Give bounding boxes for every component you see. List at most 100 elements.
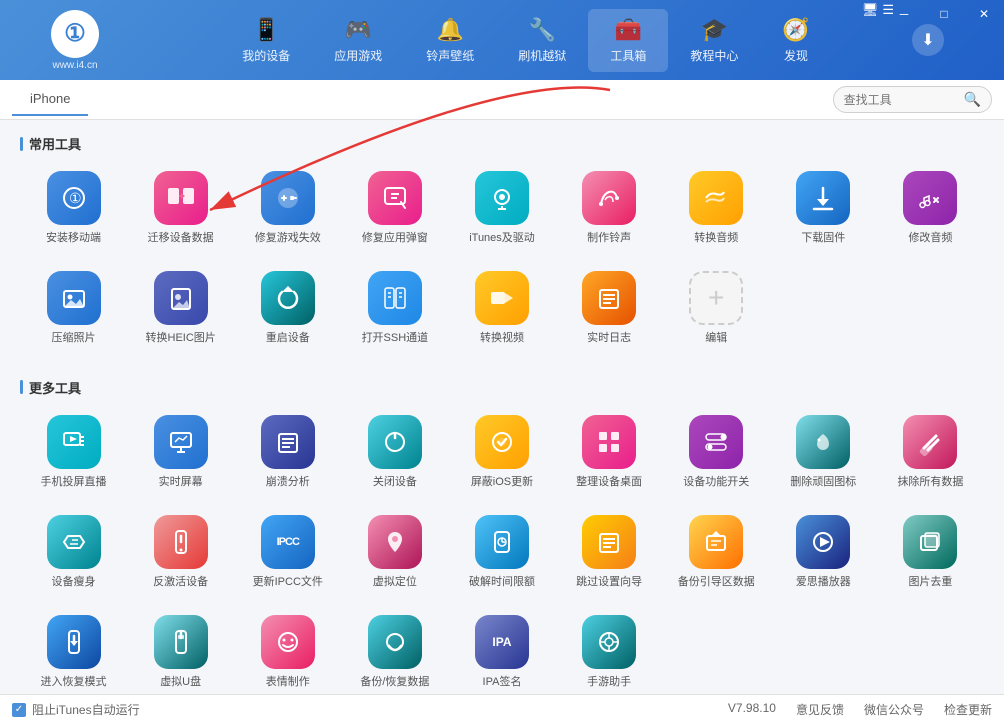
tool-fix-games-label: 修复游戏失效 — [255, 231, 321, 245]
tool-open-ssh[interactable]: 打开SSH通道 — [341, 263, 448, 353]
nav-discover[interactable]: 🧭 发现 — [760, 9, 831, 72]
tool-break-time-limit-label: 破解时间限额 — [469, 575, 535, 589]
tool-emoji-maker[interactable]: 表情制作 — [234, 607, 341, 694]
tool-convert-video[interactable]: 转换视频 — [448, 263, 555, 353]
tool-virtual-udisk[interactable]: 虚拟U盘 — [127, 607, 234, 694]
footer-check-update[interactable]: 检查更新 — [944, 701, 992, 718]
tool-modify-audio[interactable]: 修改音频 — [877, 163, 984, 253]
tool-ai-player[interactable]: 爱思播放器 — [770, 507, 877, 597]
tool-convert-audio[interactable]: 转换音频 — [663, 163, 770, 253]
maximize-button[interactable]: □ — [924, 0, 964, 28]
tool-fix-games-icon — [261, 171, 315, 225]
tool-crash-analysis[interactable]: 崩溃分析 — [234, 407, 341, 497]
tool-convert-video-label: 转换视频 — [480, 331, 524, 345]
itunes-checkbox-label: 阻止iTunes自动运行 — [32, 701, 140, 718]
tool-fix-games[interactable]: 修复游戏失效 — [234, 163, 341, 253]
download-button[interactable]: ⬇ — [912, 24, 944, 56]
nav-ringtones-label: 铃声壁纸 — [426, 47, 474, 64]
tool-realtime-log-label: 实时日志 — [587, 331, 631, 345]
nav-apps-label: 应用游戏 — [334, 47, 382, 64]
search-icon: 🔍 — [964, 91, 981, 108]
tool-recovery-mode-label: 进入恢复模式 — [41, 675, 107, 689]
tool-jump-settings-icon — [582, 515, 636, 569]
tool-make-ringtone[interactable]: 制作铃声 — [556, 163, 663, 253]
tool-organize-desktop[interactable]: 整理设备桌面 — [556, 407, 663, 497]
tool-erase-data[interactable]: 抹除所有数据 — [877, 407, 984, 497]
tool-crash-analysis-icon — [261, 415, 315, 469]
logo-circle: ① — [51, 10, 99, 58]
tool-screen-cast-label: 手机投屏直播 — [41, 475, 107, 489]
nav-discover-icon: 🧭 — [782, 17, 809, 43]
nav-my-device-label: 我的设备 — [242, 47, 290, 64]
tool-remove-duplicates[interactable]: 图片去重 — [877, 507, 984, 597]
tool-modify-audio-label: 修改音频 — [908, 231, 952, 245]
tool-remove-duplicates-label: 图片去重 — [908, 575, 952, 589]
tool-jump-settings[interactable]: 跳过设置向导 — [556, 507, 663, 597]
tool-recovery-mode[interactable]: 进入恢复模式 — [20, 607, 127, 694]
tool-update-ipcc[interactable]: IPCC 更新IPCC文件 — [234, 507, 341, 597]
tool-emoji-maker-label: 表情制作 — [266, 675, 310, 689]
footer-version: V7.98.10 — [728, 701, 776, 718]
tool-virtual-udisk-icon — [154, 615, 208, 669]
footer-feedback[interactable]: 意见反馈 — [796, 701, 844, 718]
tool-compress-photo[interactable]: 压缩照片 — [20, 263, 127, 353]
minimize-button[interactable]: ─ — [884, 0, 924, 28]
device-tab[interactable]: iPhone — [12, 83, 88, 116]
section-more-tools-label: 更多工具 — [29, 378, 81, 397]
tool-game-assistant[interactable]: 手游助手 — [556, 607, 663, 694]
nav-my-device[interactable]: 📱 我的设备 — [220, 9, 312, 72]
tool-convert-audio-label: 转换音频 — [694, 231, 738, 245]
tool-screen-cast-icon — [47, 415, 101, 469]
tool-deactivate-icon — [154, 515, 208, 569]
tool-block-ios-update[interactable]: 屏蔽iOS更新 — [448, 407, 555, 497]
tool-device-functions-icon — [689, 415, 743, 469]
tool-realtime-log-icon — [582, 271, 636, 325]
search-input[interactable] — [844, 93, 964, 107]
footer-wechat[interactable]: 微信公众号 — [864, 701, 924, 718]
nav-toolbox[interactable]: 🧰 工具箱 — [588, 9, 668, 72]
tool-realtime-screen[interactable]: 实时屏幕 — [127, 407, 234, 497]
tool-fix-crash[interactable]: 修复应用弹窗 — [341, 163, 448, 253]
main-content: 常用工具 ① 安装移动端 迁移设备 — [0, 120, 1004, 694]
tool-make-ringtone-icon — [582, 171, 636, 225]
tool-backup-restore[interactable]: 备份/恢复数据 — [341, 607, 448, 694]
tool-device-functions[interactable]: 设备功能开关 — [663, 407, 770, 497]
tool-break-time-limit-icon — [475, 515, 529, 569]
tool-update-ipcc-icon: IPCC — [261, 515, 315, 569]
nav-jailbreak[interactable]: 🔧 刷机越狱 — [496, 9, 588, 72]
tool-virtual-location[interactable]: 虚拟定位 — [341, 507, 448, 597]
tool-screen-cast[interactable]: 手机投屏直播 — [20, 407, 127, 497]
tool-ai-player-icon — [796, 515, 850, 569]
nav-my-device-icon: 📱 — [253, 17, 280, 43]
tool-realtime-log[interactable]: 实时日志 — [556, 263, 663, 353]
tool-block-ios-update-icon — [475, 415, 529, 469]
more-tools-grid: 手机投屏直播 实时屏幕 — [20, 407, 984, 694]
tool-download-firmware-icon — [796, 171, 850, 225]
tool-break-time-limit[interactable]: 破解时间限额 — [448, 507, 555, 597]
tool-deactivate[interactable]: 反激活设备 — [127, 507, 234, 597]
tool-backup-partition[interactable]: 备份引导区数据 — [663, 507, 770, 597]
close-button[interactable]: ✕ — [964, 0, 1004, 28]
tool-itunes-driver[interactable]: iTunes及驱动 — [448, 163, 555, 253]
tool-reboot-device[interactable]: 重启设备 — [234, 263, 341, 353]
tray-icon-1: 🖥 — [862, 2, 879, 18]
tool-install-mobile[interactable]: ① 安装移动端 — [20, 163, 127, 253]
tool-edit[interactable]: + 编辑 — [663, 263, 770, 353]
tool-virtual-udisk-label: 虚拟U盘 — [160, 675, 201, 689]
tool-slim-device[interactable]: 设备瘦身 — [20, 507, 127, 597]
tool-convert-heic[interactable]: 转换HEIC图片 — [127, 263, 234, 353]
tool-erase-data-label: 抹除所有数据 — [897, 475, 963, 489]
tool-compress-photo-label: 压缩照片 — [52, 331, 96, 345]
nav-ringtones[interactable]: 🔔 铃声壁纸 — [404, 9, 496, 72]
tool-ipa-sign[interactable]: IPA IPA签名 — [448, 607, 555, 694]
nav-tutorial[interactable]: 🎓 教程中心 — [668, 9, 760, 72]
tool-delete-icons[interactable]: 删除顽固图标 — [770, 407, 877, 497]
nav-apps[interactable]: 🎮 应用游戏 — [312, 9, 404, 72]
tool-close-device[interactable]: 关闭设备 — [341, 407, 448, 497]
tool-migrate-data-icon — [154, 171, 208, 225]
tool-close-device-icon — [368, 415, 422, 469]
itunes-checkbox[interactable]: ✓ — [12, 703, 26, 717]
tool-migrate-data[interactable]: 迁移设备数据 — [127, 163, 234, 253]
tool-download-firmware[interactable]: 下载固件 — [770, 163, 877, 253]
tool-itunes-driver-label: iTunes及驱动 — [469, 231, 535, 245]
